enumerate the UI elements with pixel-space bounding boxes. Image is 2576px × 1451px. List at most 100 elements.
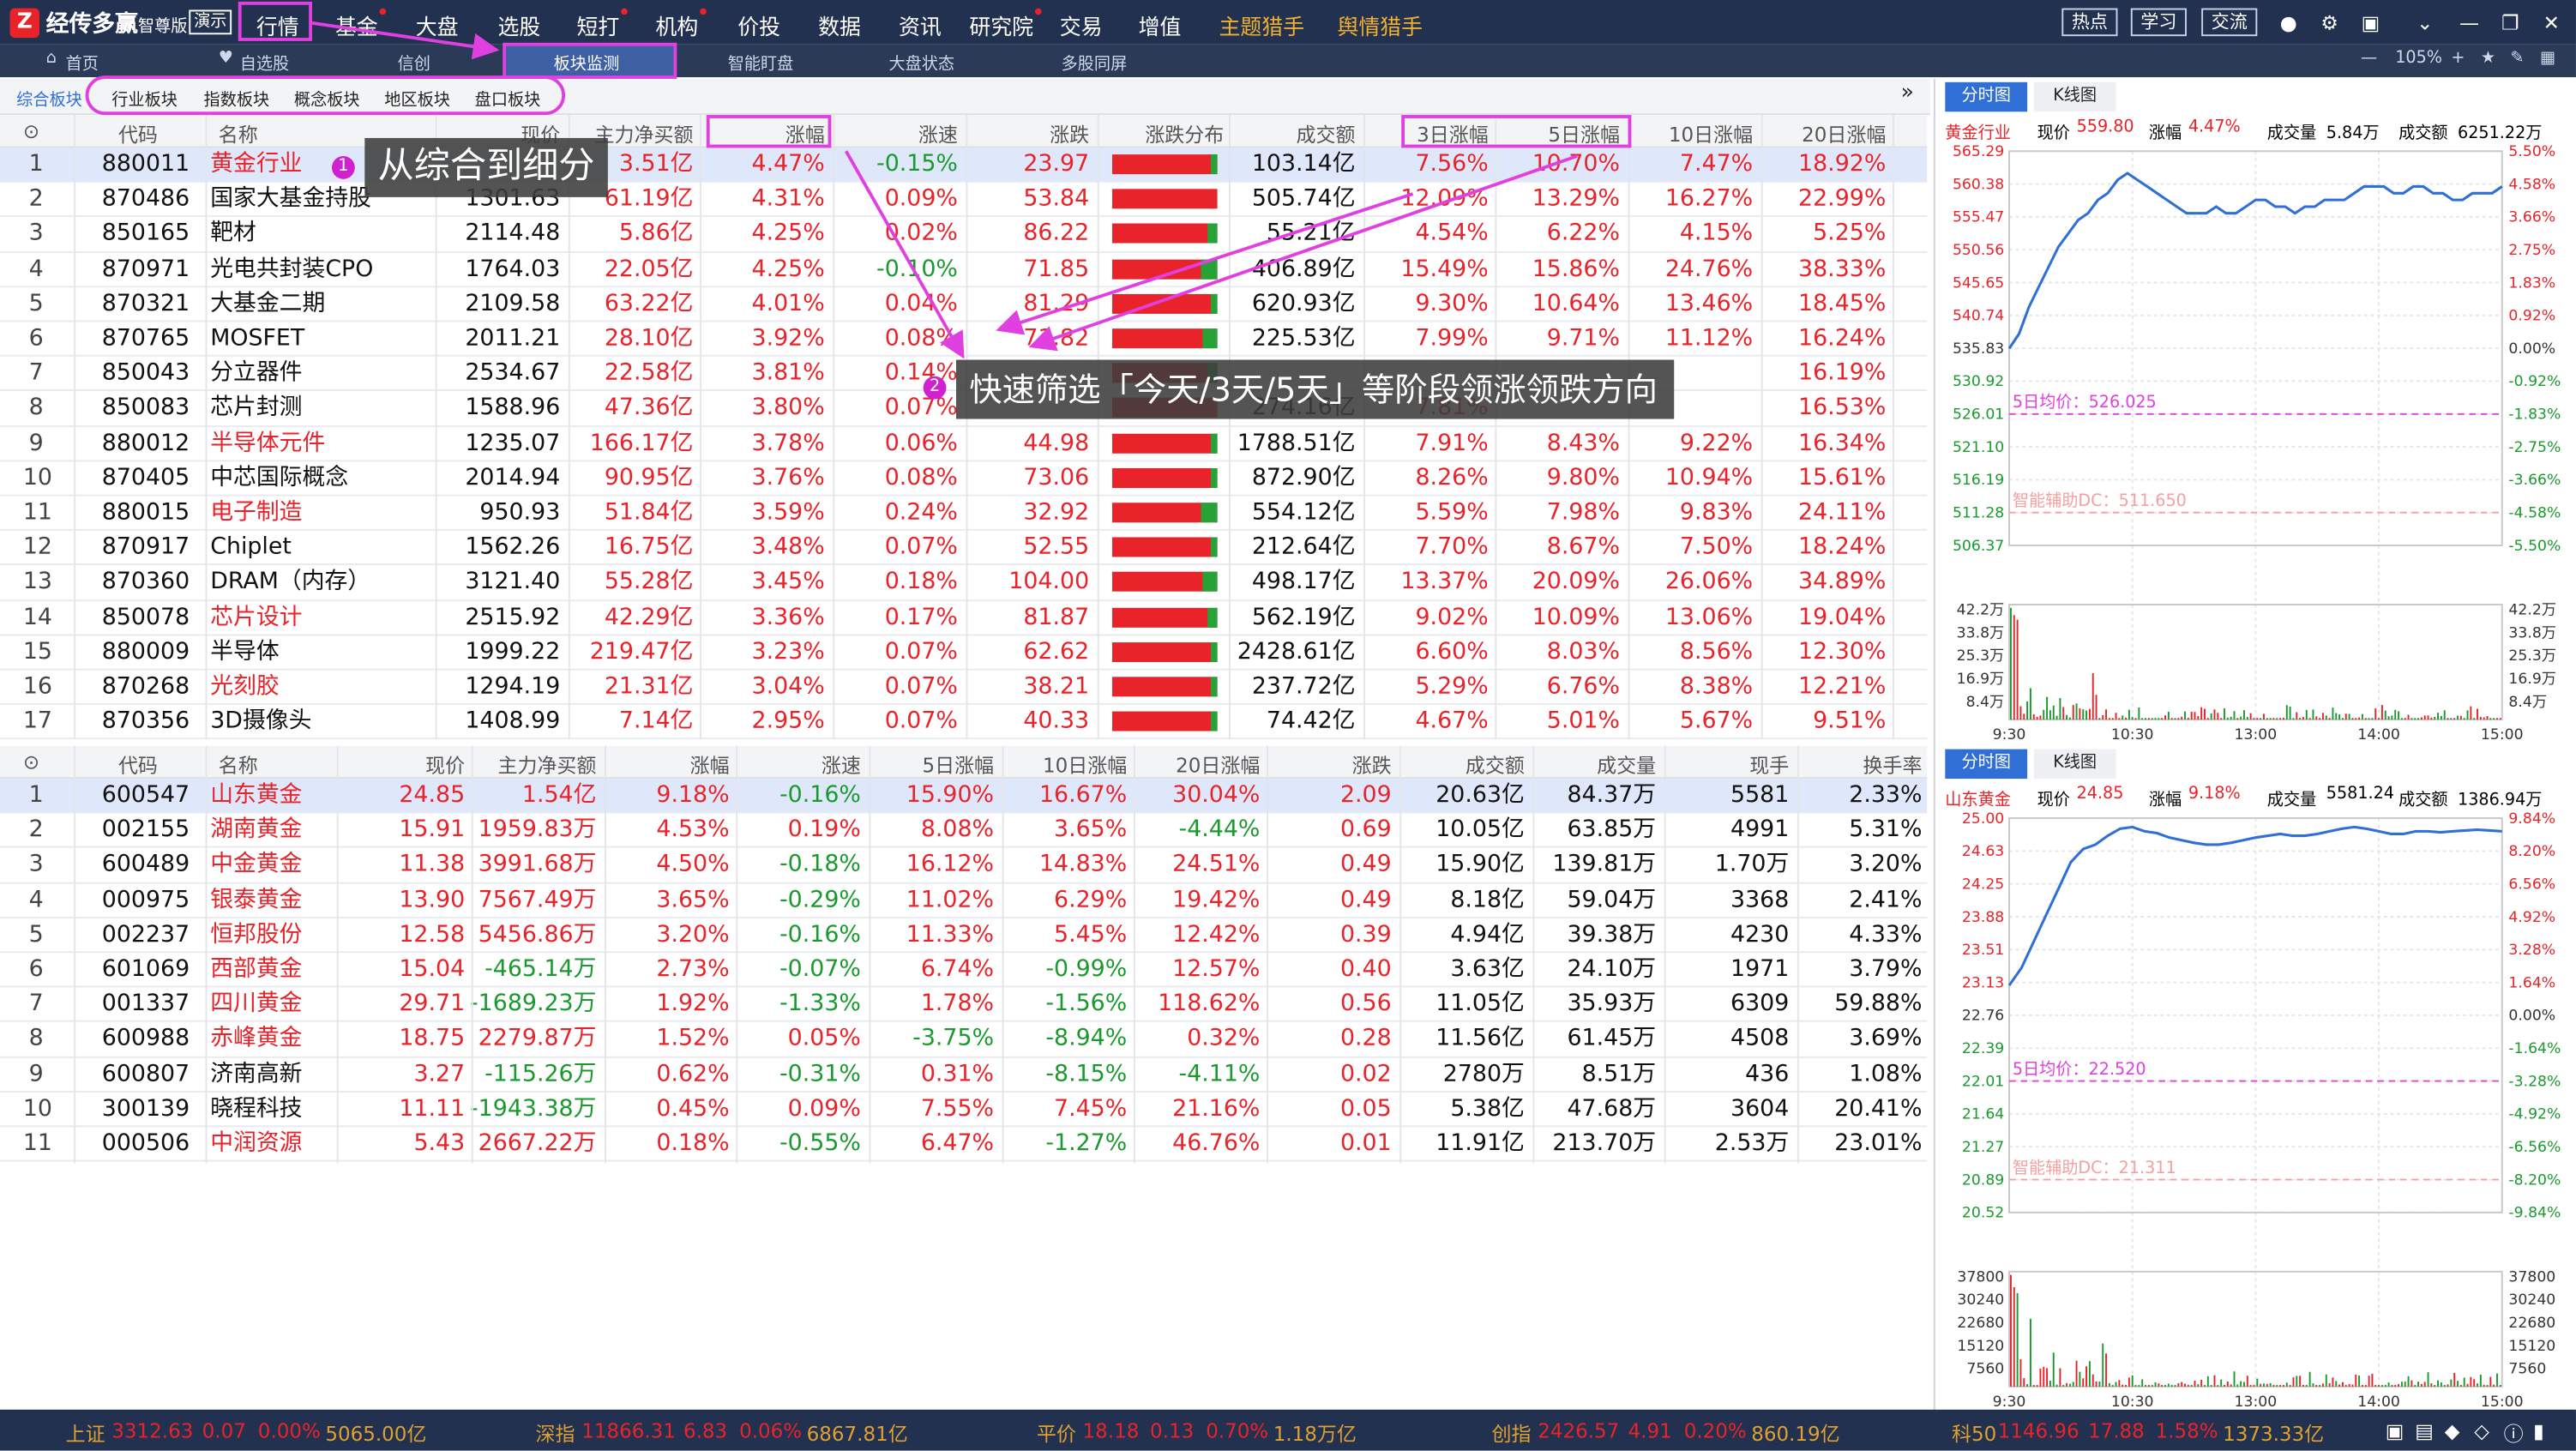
table-row[interactable]: 6 601069 西部黄金 15.04 -465.14万 2.73% -0.07% 6.74%… xyxy=(0,953,1928,988)
stock-cell: 7.55% xyxy=(920,1095,995,1123)
table-row[interactable]: 11 880015 电子制造 950.93 51.84亿 3.59% 0.24% 32.92 5… xyxy=(0,497,1928,532)
table-row[interactable]: 17 870356 3D摄像头 1408.99 7.14亿 2.95% 0.07% 40.33… xyxy=(0,705,1928,740)
tab-timeshare-2[interactable]: 分时图 xyxy=(1945,749,2028,780)
gear-icon[interactable]: ⚙ xyxy=(2316,9,2343,36)
sector-cell: 498.17亿 xyxy=(1251,569,1356,596)
stock-cell: -1.33% xyxy=(779,990,861,1018)
stock-header-13[interactable]: 换手率 xyxy=(1863,751,1922,780)
stock-header-5[interactable]: 涨速 xyxy=(822,751,861,780)
table-row[interactable]: 16 870268 光刻胶 1294.19 21.31亿 3.04% 0.07% 38.21 2… xyxy=(0,671,1928,706)
table-row[interactable]: 2 002155 湖南黄金 15.91 1959.83万 4.53% 0.19% 8.08% 3… xyxy=(0,814,1928,849)
study-button[interactable]: 学习 xyxy=(2130,8,2187,37)
callout-1: 从综合到细分 xyxy=(364,137,608,197)
stock-header-2[interactable]: 现价 xyxy=(425,751,465,780)
status-name[interactable]: 科50 xyxy=(1952,1419,1996,1448)
app-window: Z 经传多赢 智尊版 演示 行情基金大盘选股短打机构价投数据资讯研究院交易增值主… xyxy=(0,0,2576,1451)
user-icon[interactable]: ● xyxy=(2275,9,2302,36)
chart1-name: 黄金行业 xyxy=(1945,124,2011,143)
stock-cell: 6.47% xyxy=(920,1130,995,1157)
stock-header-0[interactable]: 代码 xyxy=(118,751,158,780)
status-name[interactable]: 平价 xyxy=(1037,1419,1076,1448)
stock-header-9[interactable]: 涨跌 xyxy=(1352,751,1392,780)
table-row[interactable]: 11 000506 中润资源 5.43 2667.22万 0.18% -0.55% 6.47%… xyxy=(0,1127,1928,1162)
stock-header-8[interactable]: 20日涨幅 xyxy=(1176,751,1260,780)
chart1-canvas[interactable]: 565.29 5.50% 560.38 4.58% 555.47 3.66% 550.56 2… xyxy=(1935,141,2576,750)
stock-cell: 600547 xyxy=(101,781,190,809)
tab-timeshare-1[interactable]: 分时图 xyxy=(1945,81,2028,112)
star-icon[interactable]: ★ xyxy=(2481,49,2495,67)
stock-cell: 600807 xyxy=(101,1060,190,1087)
status-name[interactable]: 深指 xyxy=(536,1419,575,1448)
grid-icon[interactable]: ▦ xyxy=(2540,49,2555,67)
table-row[interactable]: 3 600489 中金黄金 11.38 3991.68万 4.50% -0.18% 16.12… xyxy=(0,848,1928,883)
printer-icon[interactable]: ▣ xyxy=(2386,1419,2404,1442)
distribution-bar-down xyxy=(1210,537,1218,557)
chart1-vol-tick: 8.4万 xyxy=(1966,694,2005,711)
settings-icon[interactable]: ◆ xyxy=(2445,1419,2460,1442)
calendar-icon[interactable]: ▤ xyxy=(2415,1419,2434,1442)
tab-kline-2[interactable]: K线图 xyxy=(2033,749,2116,780)
minimize-icon[interactable]: — xyxy=(2456,9,2483,36)
stock-cell: 3.65% xyxy=(656,886,730,913)
restore-icon[interactable]: ❐ xyxy=(2497,9,2524,36)
zoom-in-icon[interactable]: + xyxy=(2451,49,2465,67)
stock-cell: 2.53万 xyxy=(1714,1130,1790,1157)
chart1-vol-tick-r: 25.3万 xyxy=(2508,647,2556,665)
stock-header-6[interactable]: 5日涨幅 xyxy=(922,751,994,780)
header-settings-icon-2[interactable]: ⊙ xyxy=(23,751,39,774)
stock-cell: -115.26万 xyxy=(485,1060,597,1087)
stock-header-3[interactable]: 主力净买额 xyxy=(497,751,596,780)
info-icon[interactable]: ⓘ xyxy=(2504,1419,2524,1448)
column-divider xyxy=(1267,745,1268,1164)
hot-button[interactable]: 热点 xyxy=(2061,8,2118,37)
tab-kline-1[interactable]: K线图 xyxy=(2033,81,2116,112)
layout-icon[interactable]: ▣ xyxy=(2357,9,2384,36)
table-row[interactable]: 12 870917 Chiplet 1562.26 16.75亿 3.48% 0.07% 52… xyxy=(0,531,1928,566)
table-row[interactable]: 7 001337 四川黄金 29.71 -1689.23万 1.92% -1.33% 1.78… xyxy=(0,988,1928,1023)
table-row[interactable]: 1 600547 山东黄金 24.85 1.54亿 9.18% -0.16% 15.90% 16… xyxy=(0,779,1928,814)
table-row[interactable]: 5 002237 恒邦股份 12.58 5456.86万 3.20% -0.16% 11.33… xyxy=(0,918,1928,954)
table-row[interactable]: 9 600807 济南高新 3.27 -115.26万 0.62% -0.31% 0.31% -… xyxy=(0,1057,1928,1093)
exchange-button[interactable]: 交流 xyxy=(2201,8,2258,37)
chart1-chg-label: 涨幅 xyxy=(2148,124,2182,143)
table-row[interactable]: 13 870360 DRAM（内存） 3121.40 55.28亿 3.45% 0.18% 1… xyxy=(0,566,1928,601)
stock-cell: 35.93万 xyxy=(1567,990,1657,1018)
chevron-down-icon[interactable]: ⌄ xyxy=(2411,9,2438,36)
stock-header-1[interactable]: 名称 xyxy=(219,751,258,780)
stock-cell: 13.90 xyxy=(399,886,466,913)
pencil-icon[interactable]: ✎ xyxy=(2510,49,2524,67)
sector-cell: 0.07% xyxy=(884,533,958,561)
stock-table: ⊙ 代码 名称 现价 主力净买额 涨幅 涨速 5日涨幅 10日涨幅 20日涨幅 涨跌 成交额 成交量 现手… xyxy=(0,745,1928,1173)
table-row[interactable]: 14 850078 芯片设计 2515.92 42.29亿 3.36% 0.17% 81.87… xyxy=(0,600,1928,635)
stock-header-11[interactable]: 成交量 xyxy=(1597,751,1656,780)
stock-header-12[interactable]: 现手 xyxy=(1749,751,1789,780)
table-row[interactable]: 15 880009 半导体 1999.22 219.47亿 3.23% 0.07% 62.62… xyxy=(0,635,1928,671)
sector-cell: 554.12亿 xyxy=(1251,499,1356,527)
chart1-right-tick: -1.83% xyxy=(2508,406,2561,424)
stock-cell: 47.68万 xyxy=(1567,1095,1657,1123)
stock-cell: 1.92% xyxy=(656,990,730,1018)
chart1-ma-label: 5日均价：526.025 xyxy=(2013,392,2157,412)
stock-cell: 14.83% xyxy=(1038,852,1128,878)
zoom-out-icon[interactable]: — xyxy=(2361,49,2377,67)
table-row[interactable]: 8 600988 赤峰黄金 18.75 2279.87万 1.52% 0.05% -3.75%… xyxy=(0,1022,1928,1057)
bell-icon[interactable]: ◇ xyxy=(2474,1419,2489,1442)
chart2-left-tick: 20.89 xyxy=(1962,1171,2004,1189)
status-chg: 17.88 xyxy=(2087,1419,2145,1443)
sector-cell: 562.19亿 xyxy=(1251,604,1356,630)
status-name[interactable]: 创指 xyxy=(1492,1419,1532,1448)
stock-cell: 15.04 xyxy=(399,955,466,983)
chart2-left-tick: 22.01 xyxy=(1962,1073,2004,1090)
close-icon[interactable]: ✕ xyxy=(2538,9,2565,36)
stock-header-10[interactable]: 成交额 xyxy=(1466,751,1525,780)
chart2-vol-tick-r: 7560 xyxy=(2508,1361,2546,1378)
status-name[interactable]: 上证 xyxy=(66,1419,105,1448)
stock-header-4[interactable]: 涨幅 xyxy=(690,751,730,780)
table-row[interactable]: 10 300139 晓程科技 11.11 -1943.38万 0.45% 0.09% 7.55… xyxy=(0,1093,1928,1128)
signal-icon[interactable]: ▮ xyxy=(2533,1419,2544,1442)
sector-cell: 42.29亿 xyxy=(604,604,694,630)
chart2-canvas[interactable]: 25.00 9.84% 24.63 8.20% 24.25 6.56% 23.88 4.92%… xyxy=(1935,809,2576,1410)
chart1-vol-tick: 42.2万 xyxy=(1957,602,2005,619)
table-row[interactable]: 4 000975 银泰黄金 13.90 7567.49万 3.65% -0.29% 11.02… xyxy=(0,883,1928,918)
stock-header-7[interactable]: 10日涨幅 xyxy=(1043,751,1127,780)
